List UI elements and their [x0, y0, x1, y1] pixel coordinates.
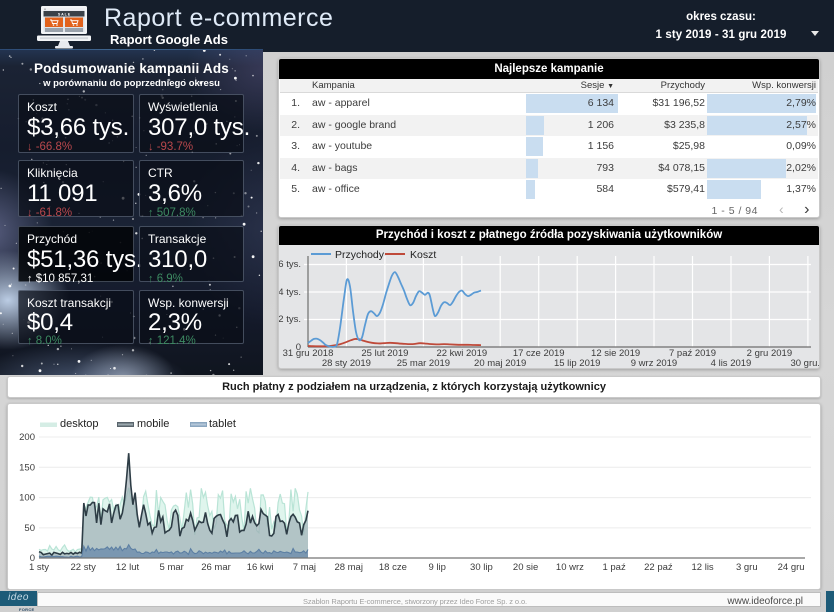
svg-text:50: 50 — [24, 523, 35, 534]
svg-text:200: 200 — [19, 432, 35, 443]
svg-text:2 tys.: 2 tys. — [279, 314, 301, 325]
svg-text:100: 100 — [19, 493, 35, 504]
svg-text:30 gru...: 30 gru... — [790, 358, 819, 368]
svg-text:9 lip: 9 lip — [428, 562, 445, 573]
svg-text:30 lip: 30 lip — [470, 562, 493, 573]
svg-text:2 gru 2019: 2 gru 2019 — [747, 348, 792, 359]
svg-text:5 mar: 5 mar — [160, 562, 184, 573]
svg-text:1 sty: 1 sty — [29, 562, 49, 573]
svg-text:24 gru: 24 gru — [778, 562, 805, 573]
svg-text:12 lis: 12 lis — [692, 562, 714, 573]
svg-text:6 tys.: 6 tys. — [279, 259, 301, 270]
svg-text:9 wrz 2019: 9 wrz 2019 — [631, 358, 677, 368]
svg-text:28 sty 2019: 28 sty 2019 — [322, 358, 371, 368]
svg-text:26 mar: 26 mar — [201, 562, 231, 573]
svg-text:25 mar 2019: 25 mar 2019 — [397, 358, 450, 368]
svg-text:desktop: desktop — [60, 418, 99, 430]
svg-text:15 lip 2019: 15 lip 2019 — [554, 358, 600, 368]
svg-text:12 lut: 12 lut — [116, 562, 140, 573]
svg-text:mobile: mobile — [137, 418, 169, 430]
svg-text:20 maj 2019: 20 maj 2019 — [474, 358, 526, 368]
svg-text:16 kwi: 16 kwi — [247, 562, 274, 573]
svg-text:S A L E: S A L E — [58, 13, 71, 17]
svg-text:4 lis 2019: 4 lis 2019 — [711, 358, 752, 368]
svg-text:3 gru: 3 gru — [736, 562, 758, 573]
svg-text:22 sty: 22 sty — [71, 562, 97, 573]
svg-text:20 sie: 20 sie — [513, 562, 538, 573]
svg-text:Koszt: Koszt — [410, 249, 436, 261]
svg-text:7 paź 2019: 7 paź 2019 — [669, 348, 716, 359]
svg-text:tablet: tablet — [209, 418, 236, 430]
svg-text:4 tys.: 4 tys. — [279, 287, 301, 298]
svg-text:22 paź: 22 paź — [644, 562, 673, 573]
svg-text:150: 150 — [19, 462, 35, 473]
svg-text:18 cze: 18 cze — [379, 562, 407, 573]
svg-text:1 paź: 1 paź — [602, 562, 625, 573]
svg-text:7 maj: 7 maj — [293, 562, 316, 573]
svg-text:10 wrz: 10 wrz — [556, 562, 584, 573]
svg-text:Przychody: Przychody — [335, 249, 385, 261]
svg-text:28 maj: 28 maj — [334, 562, 363, 573]
